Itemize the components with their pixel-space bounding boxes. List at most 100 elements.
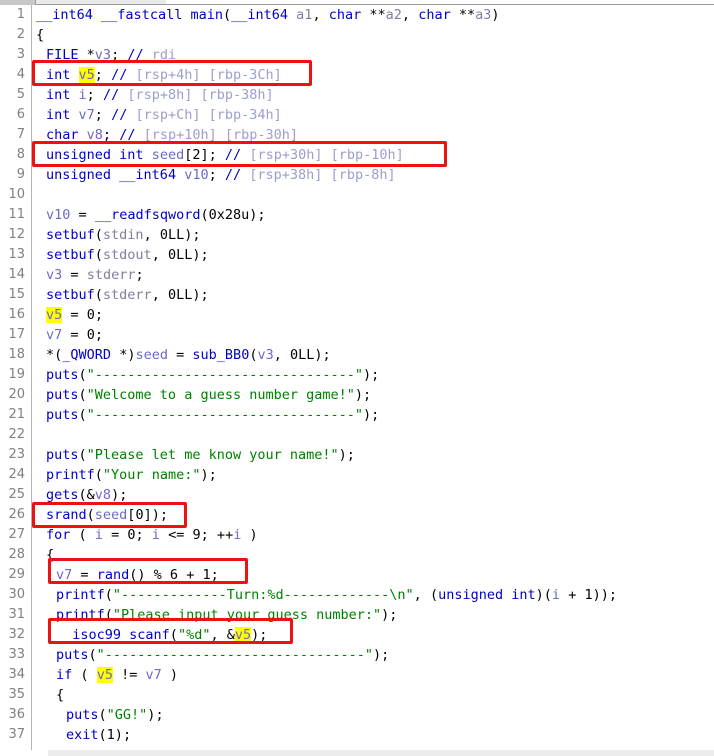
- code-line[interactable]: 17 v7 = 0;: [0, 325, 714, 345]
- code-line[interactable]: 21 puts("--------------------------------…: [0, 405, 714, 425]
- code-keyword[interactable]: __int64: [36, 7, 93, 23]
- code-local-var[interactable]: v7: [56, 567, 72, 583]
- code-function[interactable]: srand: [46, 507, 87, 523]
- code-keyword[interactable]: FILE: [46, 47, 79, 63]
- code-line[interactable]: 29 v7 = rand() % 6 + 1;: [0, 565, 714, 585]
- code-line[interactable]: 36 puts("GG!");: [0, 705, 714, 725]
- code-text[interactable]: {: [36, 25, 44, 45]
- code-local-var[interactable]: seed: [135, 347, 168, 363]
- code-text[interactable]: setbuf(stdin, 0LL);: [46, 225, 201, 245]
- code-line[interactable]: 3 FILE *v3; // rdi: [0, 45, 714, 65]
- code-text[interactable]: printf("Your name:");: [46, 465, 217, 485]
- code-line[interactable]: 12 setbuf(stdin, 0LL);: [0, 225, 714, 245]
- code-local-var[interactable]: i: [79, 87, 87, 103]
- code-local-var[interactable]: v5: [78, 67, 95, 83]
- code-text[interactable]: unsigned __int64 v10; // [rsp+38h] [rbp-…: [46, 165, 396, 185]
- code-local-var[interactable]: v7: [46, 327, 62, 343]
- code-text[interactable]: v5 = 0;: [46, 305, 103, 325]
- code-text[interactable]: setbuf(stdout, 0LL);: [46, 245, 209, 265]
- code-local-var[interactable]: v7: [79, 107, 95, 123]
- code-keyword[interactable]: unsigned: [46, 147, 111, 163]
- code-line[interactable]: 6 int v7; // [rsp+Ch] [rbp-34h]: [0, 105, 714, 125]
- code-line[interactable]: 2{: [0, 25, 714, 45]
- code-line[interactable]: 23 puts("Please let me know your name!");: [0, 445, 714, 465]
- code-local-var[interactable]: v3: [46, 267, 62, 283]
- code-local-var[interactable]: v5: [234, 627, 252, 643]
- code-text[interactable]: int v7; // [rsp+Ch] [rbp-34h]: [46, 105, 282, 125]
- code-text[interactable]: v10 = __readfsqword(0x28u);: [46, 205, 266, 225]
- code-keyword[interactable]: char: [418, 7, 451, 23]
- code-keyword[interactable]: char: [329, 7, 362, 23]
- code-keyword[interactable]: for: [46, 527, 70, 543]
- code-line[interactable]: 22: [0, 425, 714, 445]
- code-line[interactable]: 35 {: [0, 685, 714, 705]
- code-keyword[interactable]: int: [119, 147, 143, 163]
- code-function[interactable]: setbuf: [46, 227, 95, 243]
- code-text[interactable]: puts("Welcome to a guess number game!");: [46, 385, 371, 405]
- code-line[interactable]: 13 setbuf(stdout, 0LL);: [0, 245, 714, 265]
- code-local-var[interactable]: v7: [146, 667, 162, 683]
- code-text[interactable]: v7 = rand() % 6 + 1;: [56, 565, 219, 585]
- code-local-var[interactable]: v5: [46, 307, 63, 323]
- code-text[interactable]: int v5; // [rsp+4h] [rbp-3Ch]: [46, 65, 282, 85]
- code-line[interactable]: 33 puts("--------------------------------…: [0, 645, 714, 665]
- code-text[interactable]: gets(&v8);: [46, 485, 127, 505]
- code-text[interactable]: v7 = 0;: [46, 325, 103, 345]
- code-text[interactable]: {: [56, 685, 64, 705]
- code-line[interactable]: 8 unsigned int seed[2]; // [rsp+30h] [rbp…: [0, 145, 714, 165]
- code-text[interactable]: __int64 __fastcall main(__int64 a1, char…: [36, 5, 500, 25]
- code-function[interactable]: puts: [46, 447, 79, 463]
- code-function[interactable]: printf: [56, 607, 105, 623]
- code-local-var[interactable]: v8: [87, 127, 103, 143]
- code-keyword[interactable]: int: [511, 587, 535, 603]
- code-keyword[interactable]: __fastcall: [101, 7, 182, 23]
- code-text[interactable]: if ( v5 != v7 ): [56, 665, 178, 685]
- code-keyword[interactable]: unsigned: [46, 167, 111, 183]
- code-text[interactable]: v3 = stderr;: [46, 265, 144, 285]
- code-line[interactable]: 32 __isoc99_scanf("%d", &v5);: [0, 625, 714, 645]
- code-local-var[interactable]: v3: [95, 47, 111, 63]
- code-line[interactable]: 20 puts("Welcome to a guess number game!"…: [0, 385, 714, 405]
- code-local-var[interactable]: seed: [152, 147, 185, 163]
- code-keyword[interactable]: if: [56, 667, 72, 683]
- code-local-var[interactable]: i: [152, 527, 160, 543]
- code-function[interactable]: __isoc99_scanf: [56, 627, 170, 643]
- code-keyword[interactable]: __int64: [231, 7, 288, 23]
- code-text[interactable]: printf("Please input your guess number:"…: [56, 605, 397, 625]
- code-line[interactable]: 18 *(_QWORD *)seed = sub_BB0(v3, 0LL);: [0, 345, 714, 365]
- code-function[interactable]: __readfsqword: [95, 207, 201, 223]
- code-line[interactable]: 14 v3 = stderr;: [0, 265, 714, 285]
- code-text[interactable]: __isoc99_scanf("%d", &v5);: [56, 625, 267, 645]
- code-text[interactable]: printf("-------------Turn:%d------------…: [56, 585, 617, 605]
- code-global[interactable]: stdout: [103, 247, 152, 263]
- code-global[interactable]: a2: [386, 7, 402, 23]
- code-global[interactable]: stderr: [87, 267, 136, 283]
- code-function[interactable]: main: [190, 7, 223, 23]
- code-global[interactable]: a3: [475, 7, 491, 23]
- code-text[interactable]: {: [46, 545, 54, 565]
- code-line[interactable]: 24 printf("Your name:");: [0, 465, 714, 485]
- code-line[interactable]: 5 int i; // [rsp+8h] [rbp-38h]: [0, 85, 714, 105]
- code-line[interactable]: 30 printf("-------------Turn:%d----------…: [0, 585, 714, 605]
- code-function[interactable]: sub_BB0: [192, 347, 249, 363]
- code-line[interactable]: 19 puts("--------------------------------…: [0, 365, 714, 385]
- code-function[interactable]: exit: [66, 727, 99, 743]
- code-line[interactable]: 28 {: [0, 545, 714, 565]
- view-tab-active[interactable]: [36, 0, 166, 4]
- code-local-var[interactable]: v8: [95, 487, 111, 503]
- code-text[interactable]: puts("--------------------------------")…: [56, 645, 389, 665]
- code-global[interactable]: stdin: [103, 227, 144, 243]
- code-text[interactable]: puts("Please let me know your name!");: [46, 445, 355, 465]
- code-text[interactable]: puts("--------------------------------")…: [46, 365, 379, 385]
- code-keyword[interactable]: int: [46, 107, 70, 123]
- code-lines-container[interactable]: 1 __int64 __fastcall main(__int64 a1, cha…: [0, 5, 714, 745]
- code-line[interactable]: 4 int v5; // [rsp+4h] [rbp-3Ch]: [0, 65, 714, 85]
- code-global[interactable]: stderr: [103, 287, 152, 303]
- code-line[interactable]: 26 srand(seed[0]);: [0, 505, 714, 525]
- code-local-var[interactable]: i: [552, 587, 560, 603]
- code-line[interactable]: 34 if ( v5 != v7 ): [0, 665, 714, 685]
- code-text[interactable]: puts("GG!");: [66, 705, 164, 725]
- code-local-var[interactable]: seed: [95, 507, 128, 523]
- code-listing[interactable]: 1 __int64 __fastcall main(__int64 a1, cha…: [0, 5, 714, 750]
- code-text[interactable]: int i; // [rsp+8h] [rbp-38h]: [46, 85, 274, 105]
